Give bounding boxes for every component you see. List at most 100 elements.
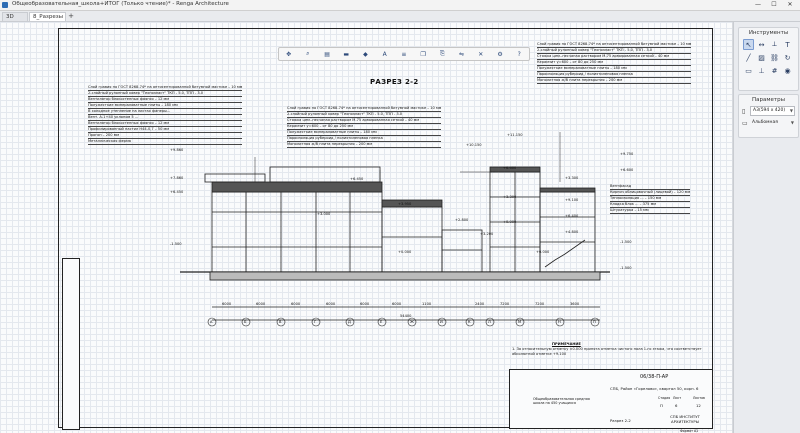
- zoom-icon[interactable]: ⌕: [303, 50, 312, 59]
- axis-label: М: [518, 320, 522, 324]
- elevation-mark: +0.000: [536, 250, 550, 254]
- select-arrow-icon[interactable]: ↖: [743, 39, 754, 50]
- layer-callout-middle: Слой гравия по ГОСТ 8268-74* на антисепт…: [287, 106, 442, 148]
- note-text: 1. За относительную отметку ±0.000 приня…: [512, 347, 702, 356]
- axis-label: П: [593, 320, 596, 324]
- add-tab-button[interactable]: +: [67, 12, 75, 21]
- layer-line: Монолитная ж/б плита перекрытия – 200 мм: [287, 142, 442, 148]
- elevation-mark: -1.500: [620, 266, 632, 270]
- align-icon[interactable]: ≡: [399, 50, 408, 59]
- title-block: 06/38-П-АР СПБ, Район «Горелово», кварта…: [509, 369, 713, 429]
- text-style-icon[interactable]: A: [380, 50, 389, 59]
- tab-label: 8_Разрезы: [33, 14, 64, 20]
- sheet-format-select[interactable]: А3(594 х 420) ▼: [750, 106, 795, 116]
- elevation-mark: +3.300: [565, 176, 579, 180]
- drawing-note: ПРИМЕЧАНИЕ 1. За относительную отметку ±…: [512, 342, 712, 357]
- maximize-button[interactable]: ☐: [766, 0, 782, 10]
- dimension-label: 6000: [256, 302, 266, 306]
- format-row: ▯ А3(594 х 420) ▼: [742, 106, 795, 116]
- view-tab-bar: 3D Вид 8_Разрезы × +: [0, 11, 800, 29]
- elevation-mark: -1.500: [620, 240, 632, 244]
- dimension-label: 3600: [570, 302, 580, 306]
- axis-label: Е: [380, 320, 383, 324]
- elevation-mark: +3.000: [317, 212, 331, 216]
- rectangle-icon[interactable]: ▭: [743, 65, 754, 76]
- elevation-mark: +0.000: [398, 250, 412, 254]
- orientation-select[interactable]: Альбомная ▼: [750, 119, 795, 127]
- help-icon[interactable]: ?: [515, 50, 524, 59]
- chain-icon[interactable]: ⛓: [769, 52, 780, 63]
- stamp-stage-label: Стадия: [658, 396, 671, 400]
- stamp-sheet-label: Лист: [673, 396, 682, 400]
- orientation-icon: ▭: [742, 119, 748, 127]
- mirror-icon[interactable]: ⇋: [457, 50, 466, 59]
- stamp-organization: СПБ ИНСТИТУТ АРХИТЕКТУРЫ: [670, 414, 700, 424]
- paste-icon[interactable]: ⎘: [438, 50, 447, 59]
- axis-label: Д: [348, 320, 351, 324]
- overall-dimension-label: 54400: [400, 314, 412, 318]
- elevation-mark: +9.750: [620, 152, 634, 156]
- grid-icon[interactable]: #: [769, 65, 780, 76]
- parameters-panel: Параметры ▯ А3(594 х 420) ▼ ▭ Альбомная …: [738, 94, 799, 138]
- orientation-row: ▭ Альбомная ▼: [742, 119, 795, 127]
- drawing-canvas[interactable]: РАЗРЕЗ 2-2 Слой гравия по ГОСТ 8268-74* …: [0, 22, 732, 433]
- hatch-icon[interactable]: ▨: [756, 52, 767, 63]
- close-button[interactable]: ✕: [782, 0, 798, 10]
- axis-label: А: [210, 320, 213, 324]
- layer-callout-right: Слой гравия по ГОСТ 8268-74* на антисепт…: [537, 42, 692, 84]
- dimension-icon[interactable]: ↔: [756, 39, 767, 50]
- layer-callout-wall: Вентфасад Кирпич облицовочный (лицевой) …: [610, 184, 691, 214]
- marker-icon[interactable]: ◉: [782, 65, 793, 76]
- window-title: Общеобразовательная_школа+ИТОГ (Только ч…: [12, 1, 229, 7]
- tools-grid: ↖ ↔ ⟂ T ╱ ▨ ⛓ ↻ ▭ ⊥ # ◉: [739, 36, 798, 79]
- move-arrows-icon[interactable]: ✥: [284, 50, 293, 59]
- elevation-mark: +6.450: [170, 190, 184, 194]
- stamp-sheet: 6: [675, 403, 678, 408]
- window-controls: — ☐ ✕: [750, 0, 798, 10]
- section-title: РАЗРЕЗ 2-2: [370, 78, 419, 86]
- dimension-label: 2400: [475, 302, 485, 306]
- stamp-stage: П: [660, 403, 663, 408]
- delete-icon[interactable]: ✕: [476, 50, 485, 59]
- elevation-mark: +2.800: [455, 218, 469, 222]
- dimension-label: 1100: [422, 302, 432, 306]
- dimension-label: 6000: [326, 302, 336, 306]
- tools-panel: Инструменты ↖ ↔ ⟂ T ╱ ▨ ⛓ ↻ ▭ ⊥ # ◉: [738, 27, 799, 91]
- dimension-label: 6000: [392, 302, 402, 306]
- stamp-sheet-title: Разрез 2-2: [610, 418, 631, 423]
- measure-icon[interactable]: ⟂: [769, 39, 780, 50]
- elevation-mark: +10.150: [466, 143, 482, 147]
- elevation-mark: +0.000: [503, 220, 517, 224]
- tab-sections[interactable]: 8_Разрезы ×: [29, 12, 66, 29]
- axis-label: Ж: [410, 320, 414, 324]
- elevation-mark: +9.100: [565, 198, 579, 202]
- sheet-format-label: Формат А1: [680, 429, 699, 433]
- axis-label: К: [468, 320, 471, 324]
- right-side-panel: Инструменты ↖ ↔ ⟂ T ╱ ▨ ⛓ ↻ ▭ ⊥ # ◉ Пара…: [733, 22, 800, 433]
- layers-icon[interactable]: ▤: [323, 50, 332, 59]
- elevation-mark: +6.400: [565, 214, 579, 218]
- chevron-down-icon: ▼: [789, 108, 793, 113]
- chevron-down-icon: ▼: [790, 120, 794, 125]
- elevation-mark: +9.860: [170, 148, 184, 152]
- flatten-icon[interactable]: ▬: [342, 50, 351, 59]
- tab-3d-view[interactable]: 3D Вид: [2, 12, 28, 29]
- elevation-mark: +6.600: [620, 168, 634, 172]
- elevation-mark: +7.860: [170, 176, 184, 180]
- elevation-mark: +3.300: [503, 195, 517, 199]
- settings-icon[interactable]: ⚙: [496, 50, 505, 59]
- window-titlebar: Общеобразовательная_школа+ИТОГ (Только ч…: [0, 0, 800, 11]
- minimize-button[interactable]: —: [750, 0, 766, 10]
- fill-icon[interactable]: ◆: [361, 50, 370, 59]
- text-icon[interactable]: T: [782, 39, 793, 50]
- line-icon[interactable]: ╱: [743, 52, 754, 63]
- elevation-mark: +3.950: [398, 202, 412, 206]
- axis-label: Н: [558, 320, 561, 324]
- elevation-icon[interactable]: ⊥: [756, 65, 767, 76]
- copy-icon[interactable]: ❐: [419, 50, 428, 59]
- sheet-format-value: А3(594 х 420): [753, 108, 786, 113]
- rotate-icon[interactable]: ↻: [782, 52, 793, 63]
- elevation-mark: +4.800: [565, 230, 579, 234]
- stamp-address: СПБ, Район «Горелово», квартал 50, корп.…: [610, 386, 699, 391]
- dimension-label: 6000: [291, 302, 301, 306]
